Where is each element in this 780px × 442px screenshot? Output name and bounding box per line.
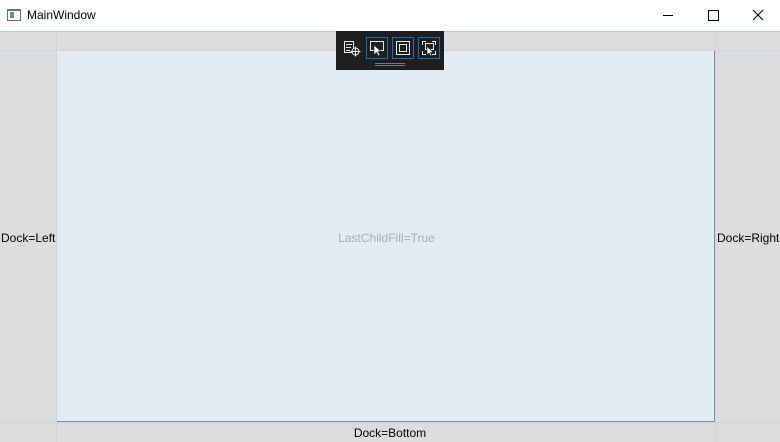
layout-guide-line [56, 32, 57, 442]
close-icon [752, 9, 764, 21]
minimize-button[interactable] [645, 0, 690, 31]
dock-right-label: Dock=Right [717, 231, 780, 245]
maximize-button[interactable] [690, 0, 735, 31]
maximize-icon [708, 10, 719, 21]
dock-right-panel: Dock=Right [715, 51, 780, 422]
dock-panel: Dock=Left LastChildFill=True Dock=Right … [0, 31, 780, 442]
layout-guide-line [715, 32, 716, 442]
live-visual-tree-icon [344, 41, 361, 57]
dock-bottom-panel: Dock=Bottom [0, 422, 780, 442]
layout-guide-line [0, 422, 780, 423]
track-focus-icon [422, 41, 436, 57]
select-element-icon [370, 41, 384, 57]
live-visual-tree-button[interactable] [341, 37, 363, 59]
xaml-debug-toolbar[interactable] [336, 31, 444, 70]
select-element-button[interactable] [366, 37, 388, 59]
close-button[interactable] [735, 0, 780, 31]
dock-bottom-label: Dock=Bottom [353, 426, 427, 440]
dock-left-panel: Dock=Left [0, 51, 56, 422]
main-window: MainWindow Dock=Left LastChildFill=True [0, 0, 780, 442]
dock-fill-panel: LastChildFill=True [56, 51, 715, 422]
minimize-icon [663, 15, 673, 16]
toolbar-grip[interactable] [375, 63, 405, 66]
track-focus-button[interactable] [418, 37, 440, 59]
dock-left-label: Dock=Left [1, 231, 56, 245]
title-bar[interactable]: MainWindow [0, 0, 780, 31]
app-window-icon [7, 9, 21, 21]
dock-fill-label: LastChildFill=True [338, 231, 435, 245]
display-layout-adorners-button[interactable] [392, 37, 414, 59]
window-title: MainWindow [27, 8, 96, 22]
display-layout-adorners-icon [396, 41, 410, 55]
